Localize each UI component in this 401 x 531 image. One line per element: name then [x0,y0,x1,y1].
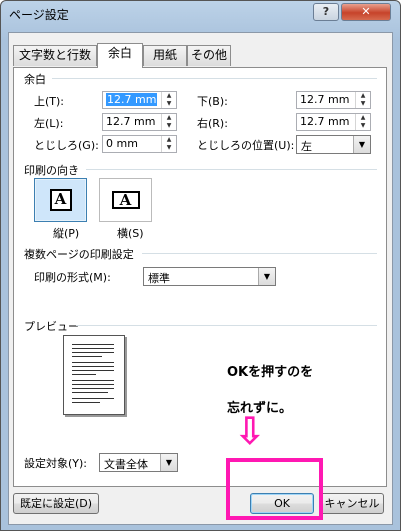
title-bar[interactable]: ページ設定 ? ✕ [1,1,400,25]
gutter-value[interactable]: 0 mm [106,137,138,150]
bottom-margin-value[interactable]: 12.7 mm [300,93,349,106]
ok-highlight-box [226,458,323,520]
pages-group-divider [142,253,377,254]
down-arrow-icon: ⇩ [234,409,266,453]
print-format-value: 標準 [148,272,170,285]
spin-up-icon[interactable]: ▲ [161,114,176,122]
top-margin-spinner[interactable]: 12.7 mm ▲ ▼ [102,91,177,109]
gutter-position-value: 左 [301,140,312,153]
orientation-group-divider [86,169,377,170]
chevron-down-icon[interactable]: ▼ [160,454,177,471]
gutter-position-label: とじしろの位置(U): [197,139,295,152]
annotation-line-1: OKを押すのを [227,365,314,380]
spin-down-icon[interactable]: ▼ [161,100,176,108]
gutter-label: とじしろ(G): [34,139,99,152]
orientation-group-label: 印刷の向き [24,164,79,177]
bottom-margin-spinner[interactable]: 12.7 mm ▲ ▼ [296,91,371,109]
margins-group-divider [52,78,377,79]
margins-group-label: 余白 [24,73,46,86]
pages-group-label: 複数ページの印刷設定 [24,248,134,261]
cancel-button[interactable]: キャンセル [320,493,384,514]
apply-to-value: 文書全体 [104,458,148,471]
apply-to-select[interactable]: 文書全体 ▼ [99,453,178,472]
print-format-label: 印刷の形式(M): [34,271,111,284]
set-as-default-button[interactable]: 既定に設定(D) [13,493,99,514]
spin-down-icon[interactable]: ▼ [355,122,370,130]
left-margin-label: 左(L): [34,117,64,130]
print-format-select[interactable]: 標準 ▼ [143,267,276,286]
gutter-spinner[interactable]: 0 mm ▲ ▼ [102,135,177,153]
help-button[interactable]: ? [313,3,339,21]
chevron-down-icon[interactable]: ▼ [353,136,370,153]
tab-characters-lines[interactable]: 文字数と行数 [13,45,97,66]
chevron-down-icon[interactable]: ▼ [258,268,275,285]
close-button[interactable]: ✕ [341,3,391,21]
spin-down-icon[interactable]: ▼ [355,100,370,108]
preview-group-divider [76,325,377,326]
dialog-title: ページ設定 [9,8,69,22]
top-margin-value[interactable]: 12.7 mm [106,93,158,106]
tab-margins[interactable]: 余白 [97,43,143,68]
spin-up-icon[interactable]: ▲ [355,114,370,122]
dialog-client: 文字数と行数 余白 用紙 その他 余白 上(T): 12.7 mm ▲ ▼ 下(… [8,32,393,525]
bottom-margin-label: 下(B): [197,95,228,108]
landscape-button[interactable]: A [99,178,152,222]
margins-tab-panel: 余白 上(T): 12.7 mm ▲ ▼ 下(B): 12.7 mm ▲ ▼ 左… [13,67,387,487]
gutter-position-select[interactable]: 左 ▼ [296,135,371,154]
page-preview [63,335,125,415]
right-margin-value[interactable]: 12.7 mm [300,115,349,128]
top-margin-label: 上(T): [34,95,65,108]
tab-paper[interactable]: 用紙 [143,45,187,66]
preview-group-label: プレビュー [24,320,79,333]
left-margin-spinner[interactable]: 12.7 mm ▲ ▼ [102,113,177,131]
page-setup-dialog: ページ設定 ? ✕ 文字数と行数 余白 用紙 その他 余白 上(T): 12.7… [0,0,401,531]
spin-up-icon[interactable]: ▲ [355,92,370,100]
spin-down-icon[interactable]: ▼ [161,144,176,152]
spin-down-icon[interactable]: ▼ [161,122,176,130]
apply-to-label: 設定対象(Y): [24,457,88,470]
spin-up-icon[interactable]: ▲ [161,92,176,100]
right-margin-label: 右(R): [197,117,228,130]
spin-up-icon[interactable]: ▲ [161,136,176,144]
portrait-page-icon: A [49,189,72,211]
portrait-label: 縦(P) [53,227,80,240]
landscape-label: 横(S) [117,227,144,240]
landscape-page-icon: A [111,191,140,209]
portrait-button[interactable]: A [34,178,87,222]
tab-other[interactable]: その他 [187,45,231,66]
left-margin-value[interactable]: 12.7 mm [106,115,155,128]
right-margin-spinner[interactable]: 12.7 mm ▲ ▼ [296,113,371,131]
